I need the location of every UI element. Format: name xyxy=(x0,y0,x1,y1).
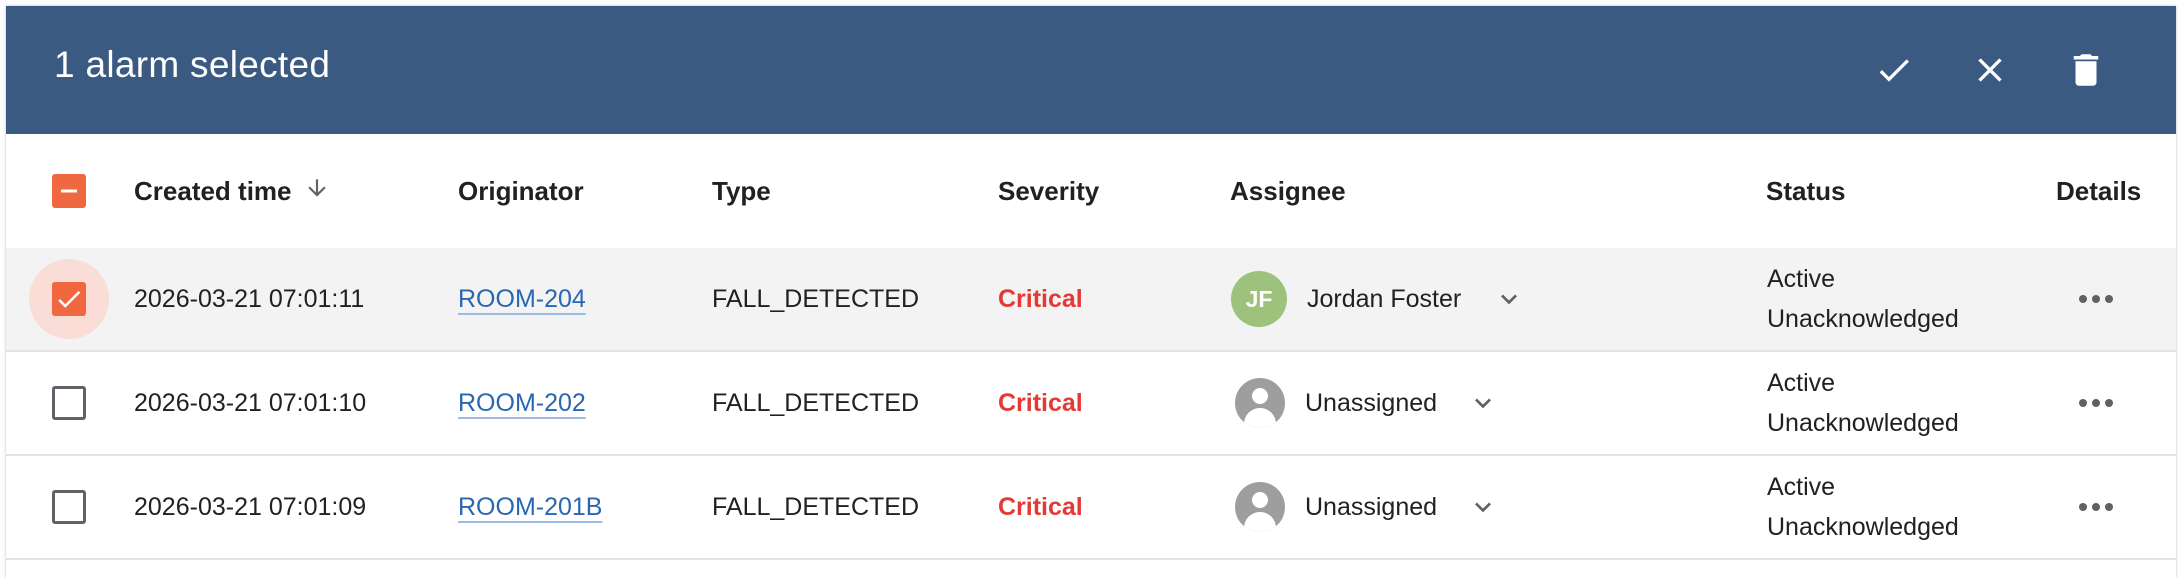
more-actions-button[interactable] xyxy=(2066,352,2126,454)
originator-cell: ROOM-204 xyxy=(458,248,586,350)
column-header-created-time[interactable]: Created time xyxy=(134,134,330,248)
assignee-name: Jordan Foster xyxy=(1307,284,1462,313)
check-icon xyxy=(1879,59,1909,82)
status-ack: Unacknowledged xyxy=(1767,513,1959,541)
assignee-name: Unassigned xyxy=(1305,388,1438,417)
column-header-assignee[interactable]: Assignee xyxy=(1230,134,1346,248)
originator-cell: ROOM-202 xyxy=(458,352,586,454)
row-select-cell xyxy=(29,467,109,547)
clear-button[interactable] xyxy=(1964,44,2016,96)
row-select-cell xyxy=(29,259,109,339)
selection-toolbar: 1 alarm selected xyxy=(6,6,2176,134)
status-ack: Unacknowledged xyxy=(1767,305,1959,333)
arrow-down-icon xyxy=(304,175,330,208)
user-avatar-icon xyxy=(1235,378,1285,428)
type-cell: FALL_DETECTED xyxy=(712,284,920,313)
select-all-checkbox[interactable] xyxy=(52,174,86,208)
chevron-down-icon xyxy=(1467,387,1499,419)
more-actions-button[interactable] xyxy=(2066,456,2126,558)
status-active: Active xyxy=(1767,473,1836,501)
severity-cell: Critical xyxy=(998,492,1083,521)
selection-count-title: 1 alarm selected xyxy=(54,44,331,85)
originator-link[interactable]: ROOM-204 xyxy=(458,285,586,314)
status-active: Active xyxy=(1767,265,1836,293)
type-cell: FALL_DETECTED xyxy=(712,388,920,417)
assignee-cell: Unassigned xyxy=(1235,352,1499,454)
column-header-severity[interactable]: Severity xyxy=(998,134,1099,248)
select-all-cell xyxy=(29,151,109,231)
more-horiz-icon xyxy=(2077,503,2116,511)
severity-cell: Critical xyxy=(998,284,1083,313)
delete-icon xyxy=(2073,54,2099,86)
close-icon xyxy=(1978,58,2002,82)
delete-button[interactable] xyxy=(2060,44,2112,96)
row-checkbox[interactable] xyxy=(52,282,86,316)
created-time-cell: 2026-03-21 07:01:09 xyxy=(134,492,367,521)
status-ack: Unacknowledged xyxy=(1767,409,1959,437)
originator-link[interactable]: ROOM-201B xyxy=(458,493,602,522)
severity-cell: Critical xyxy=(998,388,1083,417)
check-icon xyxy=(58,291,81,308)
table-header: Created time Originator Type Severity As… xyxy=(6,134,2176,250)
column-header-status[interactable]: Status xyxy=(1766,134,1845,248)
more-horiz-icon xyxy=(2077,295,2116,303)
table-row[interactable]: 2026-03-21 07:01:10 ROOM-202 FALL_DETECT… xyxy=(6,352,2176,456)
originator-link[interactable]: ROOM-202 xyxy=(458,389,586,418)
status-cell: Active Unacknowledged xyxy=(1767,352,1959,454)
assignee-cell: Unassigned xyxy=(1235,456,1499,558)
more-horiz-icon xyxy=(2077,399,2116,407)
column-header-created-time-label: Created time xyxy=(134,175,292,206)
column-header-originator[interactable]: Originator xyxy=(458,134,584,248)
indeterminate-icon xyxy=(61,189,77,193)
alarms-panel: 1 alarm selected Created time Originator… xyxy=(6,6,2176,578)
column-header-type[interactable]: Type xyxy=(712,134,771,248)
table-row[interactable]: 2026-03-21 07:01:09 ROOM-201B FALL_DETEC… xyxy=(6,456,2176,560)
originator-cell: ROOM-201B xyxy=(458,456,602,558)
created-time-cell: 2026-03-21 07:01:11 xyxy=(134,284,365,313)
chevron-down-icon xyxy=(1493,283,1525,315)
status-active: Active xyxy=(1767,369,1836,397)
acknowledge-button[interactable] xyxy=(1868,44,1920,96)
user-avatar-icon xyxy=(1235,482,1285,532)
assignee-dropdown[interactable]: Unassigned xyxy=(1235,378,1499,428)
assignee-cell: JF Jordan Foster xyxy=(1231,248,1525,350)
assignee-dropdown[interactable]: Unassigned xyxy=(1235,482,1499,532)
assignee-dropdown[interactable]: JF Jordan Foster xyxy=(1231,271,1525,327)
status-cell: Active Unacknowledged xyxy=(1767,248,1959,350)
avatar: JF xyxy=(1231,271,1287,327)
created-time-cell: 2026-03-21 07:01:10 xyxy=(134,388,367,417)
row-checkbox[interactable] xyxy=(52,490,86,524)
column-header-details: Details xyxy=(2056,175,2142,206)
assignee-name: Unassigned xyxy=(1305,492,1438,521)
type-cell: FALL_DETECTED xyxy=(712,492,920,521)
table-row[interactable]: 2026-03-21 07:01:11 ROOM-204 FALL_DETECT… xyxy=(6,248,2176,352)
more-actions-button[interactable] xyxy=(2066,248,2126,350)
row-select-cell xyxy=(29,363,109,443)
row-checkbox[interactable] xyxy=(52,386,86,420)
chevron-down-icon xyxy=(1467,491,1499,523)
status-cell: Active Unacknowledged xyxy=(1767,456,1959,558)
